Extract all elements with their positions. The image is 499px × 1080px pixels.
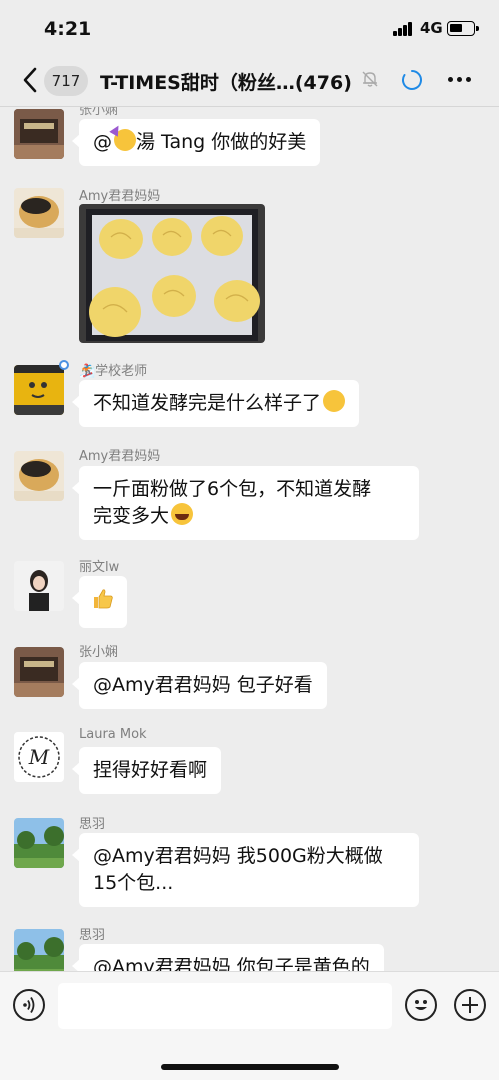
plus-icon[interactable]: [454, 989, 486, 1021]
message-bubble[interactable]: 捏得好好看啊: [71, 747, 222, 794]
sender-name: 思羽: [79, 817, 106, 832]
sender-name: 张小娴: [79, 107, 119, 118]
sender-name: 思羽: [79, 928, 106, 943]
avatar[interactable]: [14, 561, 64, 611]
mute-bell-icon: [362, 71, 378, 87]
message-bubble[interactable]: 一斤面粉做了6个包，不知道发酵 完变多大: [72, 466, 419, 540]
more-icon[interactable]: [448, 77, 472, 83]
battery-icon: [447, 21, 479, 36]
emoji-icon[interactable]: [405, 989, 437, 1021]
svg-text:M: M: [28, 745, 50, 769]
avatar[interactable]: [14, 929, 64, 971]
unread-count-badge[interactable]: 717: [44, 66, 88, 96]
message-bubble[interactable]: [72, 576, 127, 628]
online-status-icon: [59, 360, 69, 370]
avatar[interactable]: [14, 818, 64, 868]
message-bubble[interactable]: @Amy君君妈妈 你包子是黄色的: [72, 944, 384, 971]
chat-message-list[interactable]: 张小娴 @ 湯 Tang 你做的好美 Amy君君妈妈 🏂学校老师 不知道发酵完是…: [0, 107, 499, 971]
signal-icon: [393, 22, 413, 36]
voice-icon[interactable]: [13, 989, 45, 1021]
status-bar: 4:21 4G: [0, 0, 499, 56]
message-bubble[interactable]: @Amy君君妈妈 包子好看: [72, 662, 327, 709]
message-bubble[interactable]: 不知道发酵完是什么样子了: [71, 380, 360, 427]
chat-input-bar: [0, 971, 499, 1080]
avatar[interactable]: M: [14, 732, 64, 782]
sender-name: 张小娴: [79, 645, 119, 660]
message-bubble[interactable]: @Amy君君妈妈 我500G粉大概做 15个包...: [72, 833, 419, 907]
status-time: 4:21: [44, 18, 92, 40]
message-bubble[interactable]: @ 湯 Tang 你做的好美: [71, 119, 321, 166]
sender-name: Amy君君妈妈: [79, 449, 161, 464]
loading-icon: [402, 70, 422, 90]
home-indicator[interactable]: [161, 1064, 339, 1070]
network-type: 4G: [420, 19, 443, 37]
avatar[interactable]: [14, 109, 64, 159]
message-text-input[interactable]: [58, 983, 392, 1029]
thumbs-up-emoji-icon: [94, 589, 113, 609]
avatar[interactable]: [14, 365, 64, 415]
avatar[interactable]: [14, 188, 64, 238]
tears-of-joy-emoji-icon: [171, 503, 194, 525]
sender-name: 🏂学校老师: [79, 364, 148, 379]
back-icon[interactable]: [20, 66, 42, 94]
avatar[interactable]: [14, 451, 64, 501]
sender-name: 丽文lw: [79, 560, 120, 575]
thinking-face-emoji-icon: [323, 390, 346, 412]
sender-name: Amy君君妈妈: [79, 189, 161, 204]
chat-title: T-TIMES甜时（粉丝…(476): [100, 72, 352, 94]
sender-name: Laura Mok: [79, 727, 147, 742]
shared-photo[interactable]: [79, 204, 265, 343]
partying-face-emoji-icon: [114, 129, 136, 151]
avatar[interactable]: [14, 647, 64, 697]
chat-nav-bar: 717 T-TIMES甜时（粉丝…(476): [0, 56, 499, 106]
